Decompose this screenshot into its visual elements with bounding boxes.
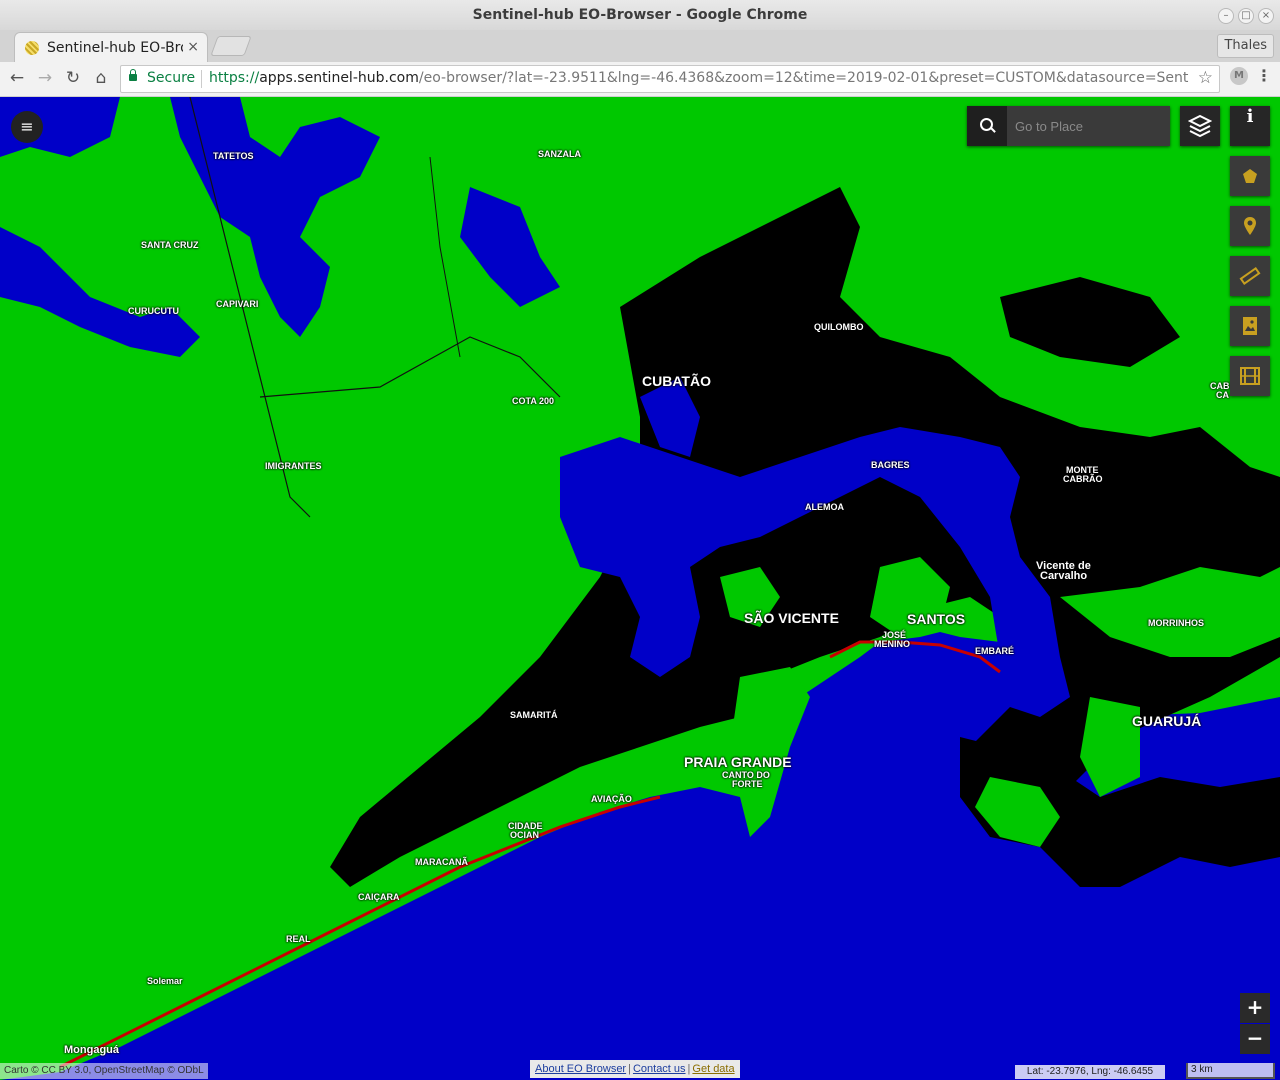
browser-toolbar: ← → ↻ ⌂ Secure https://apps.sentinel-hub… (0, 62, 1280, 97)
download-image-button[interactable] (1230, 306, 1270, 346)
place-label: TATETOS (213, 151, 254, 161)
zoom-in-button[interactable]: + (1240, 993, 1270, 1023)
place-search (967, 106, 1170, 146)
place-label: AVIAÇÃO (591, 794, 632, 804)
chrome-menu-icon[interactable]: ⋮ (1256, 66, 1272, 85)
image-download-icon (1243, 317, 1257, 335)
place-label: CAPIVARI (216, 299, 259, 309)
place-label: CABRÃO (1063, 474, 1103, 484)
place-label: ALEMOA (805, 502, 844, 512)
new-tab-button[interactable] (210, 36, 252, 56)
place-label: Mongaguá (64, 1044, 119, 1056)
layers-icon (1187, 114, 1213, 138)
tab-strip: Sentinel-hub EO-Browser × (0, 30, 1280, 63)
place-label-city: PRAIA GRANDE (684, 754, 792, 770)
forward-button[interactable]: → (34, 67, 56, 89)
zoom-out-button[interactable]: − (1240, 1024, 1270, 1054)
place-label: Carvalho (1040, 570, 1088, 582)
measure-button[interactable] (1230, 256, 1270, 296)
window-titlebar: Sentinel-hub EO-Browser - Google Chrome … (0, 0, 1280, 31)
place-label-city: GUARUJÁ (1132, 713, 1202, 729)
place-label: OCIAN (510, 830, 539, 840)
profile-button[interactable]: Thales (1217, 34, 1274, 58)
maximize-button[interactable]: □ (1238, 8, 1254, 24)
place-label: MENINO (874, 639, 910, 649)
extension-icon[interactable]: M (1230, 67, 1248, 85)
about-link[interactable]: About EO Browser (535, 1063, 626, 1075)
lock-icon (129, 69, 137, 81)
place-label-city: SÃO VICENTE (744, 610, 839, 626)
tab-eo-browser[interactable]: Sentinel-hub EO-Browser × (14, 32, 208, 63)
tab-close-icon[interactable]: × (187, 39, 199, 55)
map-view[interactable]: TATETOS SANZALA SANTA CRUZ CURUCUTU CAPI… (0, 97, 1280, 1080)
minimize-button[interactable]: – (1218, 8, 1234, 24)
place-label: FORTE (732, 779, 763, 789)
place-label: COTA 200 (512, 396, 555, 406)
reload-button[interactable]: ↻ (62, 67, 84, 89)
polygon-icon (1243, 169, 1257, 183)
place-label: SAMARITÁ (510, 710, 558, 720)
map-attribution: Carto © CC BY 3.0, OpenStreetMap © ODbL (0, 1063, 208, 1079)
url-host: apps.sentinel-hub.com (259, 70, 419, 86)
bookmark-star-icon[interactable]: ☆ (1198, 68, 1213, 88)
place-label: MORRINHOS (1148, 618, 1204, 628)
place-label: CAIÇARA (358, 892, 400, 902)
place-label: SANZALA (538, 149, 581, 159)
window-title: Sentinel-hub EO-Browser - Google Chrome (472, 7, 808, 23)
url-text[interactable]: https://apps.sentinel-hub.com/eo-browser… (209, 70, 1189, 86)
go-to-place-input[interactable] (1013, 114, 1167, 138)
back-button[interactable]: ← (6, 67, 28, 89)
close-window-button[interactable]: × (1258, 8, 1274, 24)
place-label: BAGRES (871, 460, 910, 470)
sentinel-hub-favicon-icon (25, 41, 39, 55)
place-label: QUILOMBO (814, 322, 864, 332)
place-label: CA (1216, 390, 1229, 400)
url-path: /eo-browser/?lat=-23.9511&lng=-46.4368&z… (418, 70, 1189, 86)
cursor-coordinates: Lat: -23.7976, Lng: -46.6455 (1015, 1065, 1165, 1079)
info-icon: i (1246, 106, 1254, 127)
place-label: SANTA CRUZ (141, 240, 199, 250)
draw-polygon-button[interactable] (1230, 156, 1270, 196)
address-bar[interactable]: Secure https://apps.sentinel-hub.com/eo-… (120, 65, 1220, 93)
place-label: IMIGRANTES (265, 461, 322, 471)
secure-label: Secure (147, 70, 196, 86)
get-data-link[interactable]: Get data (692, 1063, 734, 1075)
search-icon[interactable] (967, 106, 1007, 146)
place-label: Solemar (147, 976, 183, 986)
layers-button[interactable] (1180, 106, 1220, 146)
place-label-city: SANTOS (907, 611, 966, 627)
marker-icon (1244, 217, 1256, 235)
omnibox-divider (201, 70, 202, 88)
place-label: EMBARÉ (975, 646, 1015, 656)
url-scheme: https:// (209, 70, 260, 86)
ruler-icon (1239, 266, 1261, 286)
menu-toggle-button[interactable]: ≡ (11, 111, 43, 143)
footer-links: About EO Browser | Contact us | Get data (530, 1060, 740, 1078)
place-marker-button[interactable] (1230, 206, 1270, 246)
timelapse-icon (1240, 367, 1260, 385)
scale-bar: 3 km (1186, 1063, 1275, 1079)
place-label: CURUCUTU (128, 306, 179, 316)
home-button[interactable]: ⌂ (90, 67, 112, 89)
info-button[interactable]: i (1230, 106, 1270, 146)
place-label: REAL (286, 934, 311, 944)
place-label: MARACANÃ (415, 857, 468, 867)
timelapse-button[interactable] (1230, 356, 1270, 396)
place-label-city: CUBATÃO (642, 373, 711, 389)
contact-link[interactable]: Contact us (633, 1063, 686, 1075)
tab-title: Sentinel-hub EO-Browser (47, 40, 183, 56)
